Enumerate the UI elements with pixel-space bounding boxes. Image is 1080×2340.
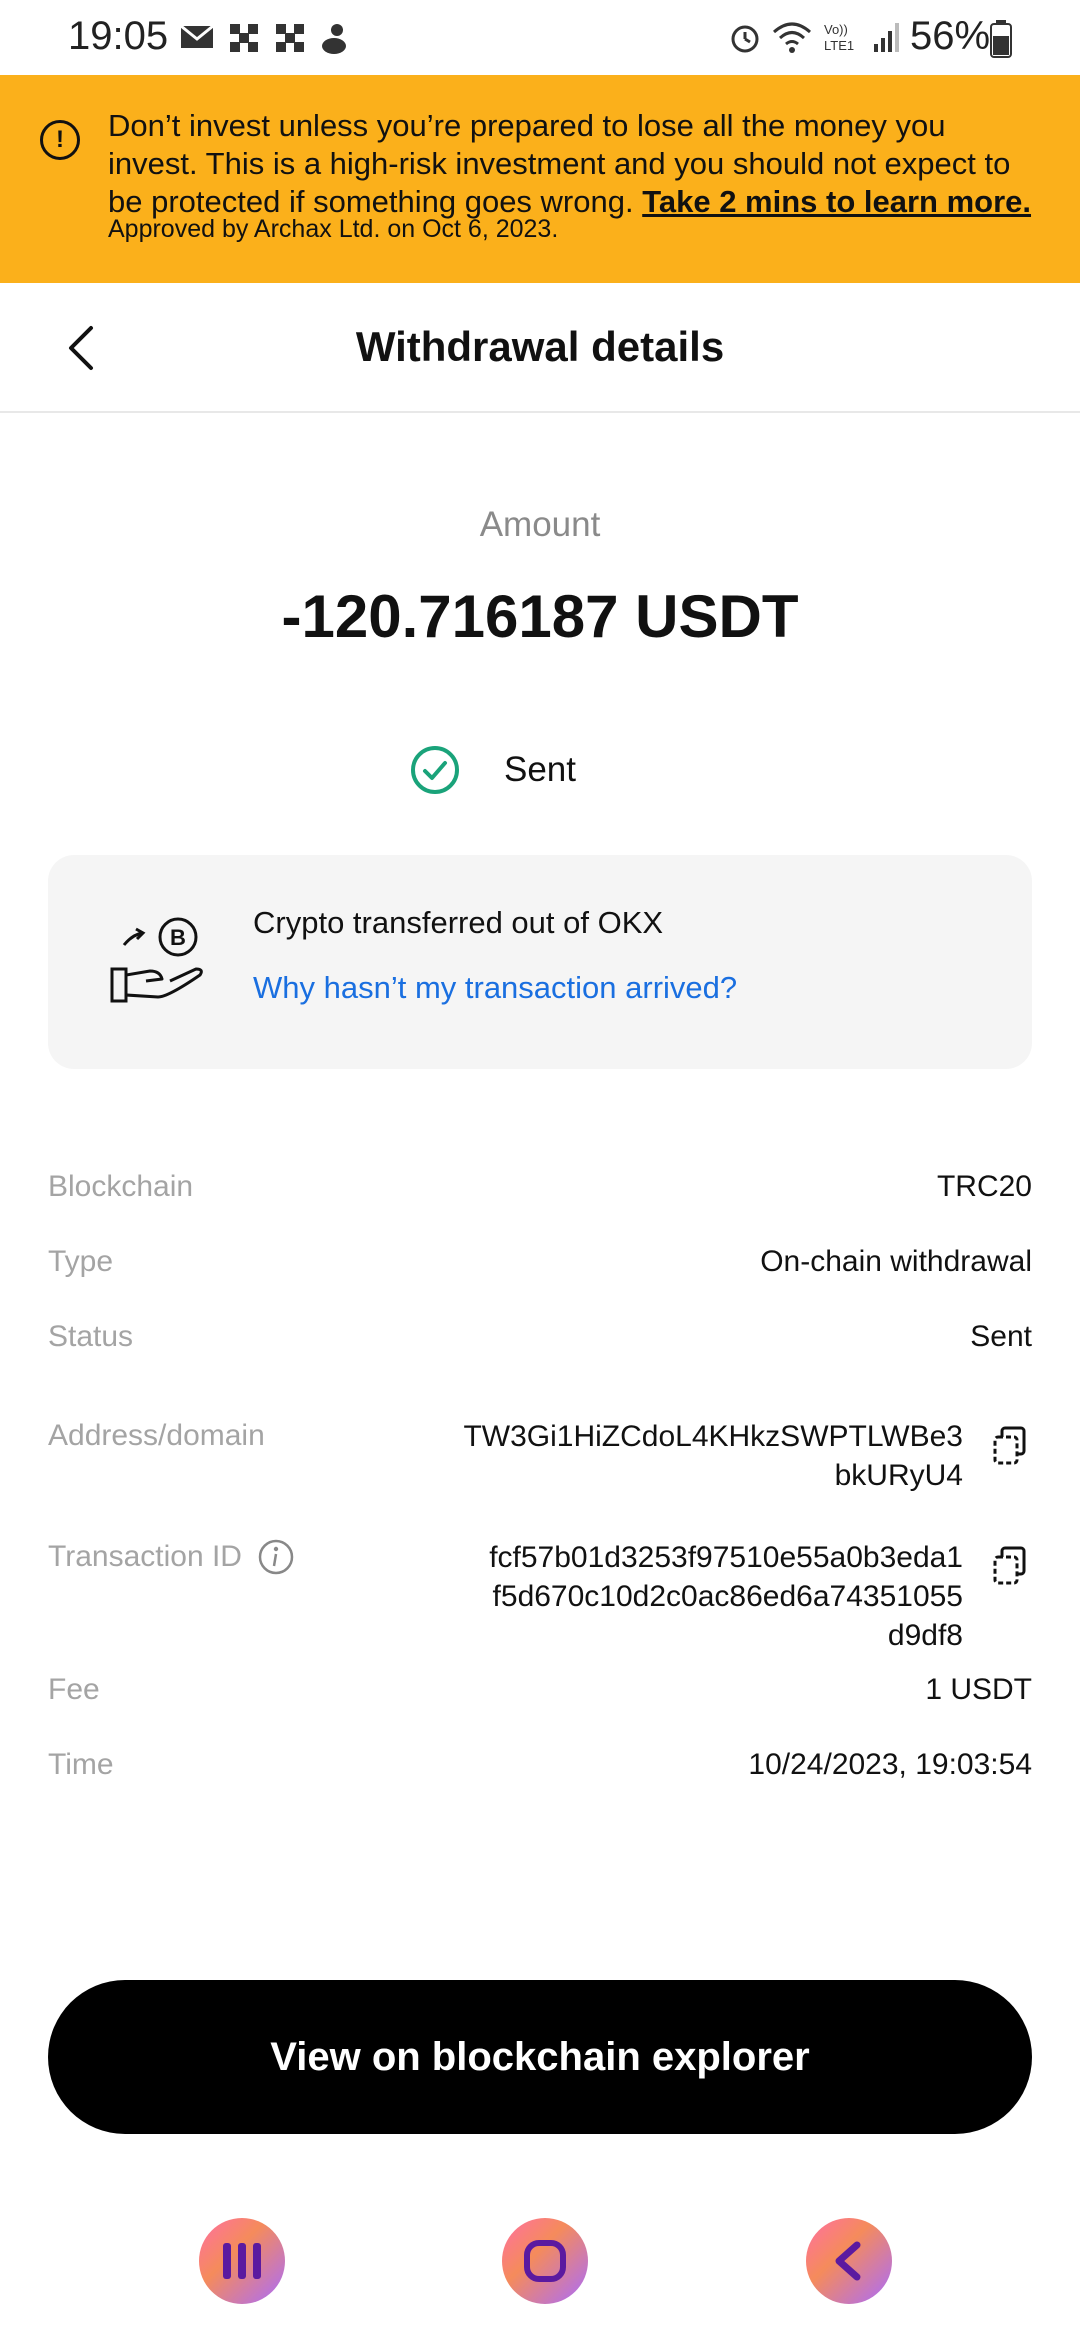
crypto-hand-icon: B <box>110 917 203 1003</box>
back-glyph <box>835 2241 861 2281</box>
home-icon[interactable] <box>502 2218 588 2304</box>
page-header: Withdrawal details <box>0 283 1080 413</box>
transaction-id-value: fcf57b01d3253f97510e55a0b3eda1 f5d670c10… <box>489 1538 963 1655</box>
copy-transaction-id-icon[interactable] <box>992 1546 1028 1586</box>
check-circle-icon <box>411 746 459 794</box>
transaction-id-line: fcf57b01d3253f97510e55a0b3eda1 <box>489 1541 963 1574</box>
fee-label: Fee <box>48 1673 100 1706</box>
amount-value: -120.716187 USDT <box>281 583 799 650</box>
alarm-icon <box>731 25 759 53</box>
address-label: Address/domain <box>48 1419 265 1452</box>
type-value: On-chain withdrawal <box>760 1245 1032 1278</box>
home-glyph <box>524 2240 566 2282</box>
page-title: Withdrawal details <box>355 323 725 370</box>
address-line: bkURyU4 <box>834 1459 963 1492</box>
mail-icon <box>180 24 214 48</box>
learn-more-link[interactable]: Take 2 mins to learn more. <box>642 184 1031 219</box>
transfer-info-text: Crypto transferred out of OKX <box>253 905 664 940</box>
copy-address-icon[interactable] <box>992 1426 1028 1466</box>
time-value: 10/24/2023, 19:03:54 <box>748 1748 1032 1781</box>
warning-icon <box>40 120 80 160</box>
svg-text:B: B <box>170 925 186 950</box>
why-not-arrived-link[interactable]: Why hasn’t my transaction arrived? <box>253 970 737 1006</box>
address-value: TW3Gi1HiZCdoL4KHkzSWPTLWBe3 bkURyU4 <box>463 1417 963 1495</box>
signal-icon <box>874 23 899 52</box>
approval-note: Approved by Archax Ltd. on Oct 6, 2023. <box>108 215 559 243</box>
view-on-explorer-button[interactable]: View on blockchain explorer <box>48 1980 1032 2134</box>
wifi-icon <box>773 22 811 53</box>
status-value: Sent <box>970 1320 1032 1353</box>
game-icon <box>276 24 304 52</box>
info-icon[interactable] <box>257 1538 295 1576</box>
recent-apps-glyph <box>223 2243 261 2279</box>
volte-icon: Vo))LTE1 <box>824 22 854 53</box>
recent-apps-icon[interactable] <box>199 2218 285 2304</box>
svg-text:Vo)): Vo)) <box>824 22 848 37</box>
notification-icons <box>180 22 350 56</box>
transaction-id-line: f5d670c10d2c0ac86ed6a74351055 <box>492 1580 963 1613</box>
amount-label: Amount <box>479 505 601 544</box>
blockchain-label: Blockchain <box>48 1170 194 1203</box>
system-icons: Vo)) LTE1 <box>728 20 902 54</box>
blockchain-value: TRC20 <box>936 1170 1032 1203</box>
risk-warning-text: Don’t invest unless you’re prepared to l… <box>108 107 1038 221</box>
back-icon[interactable] <box>806 2218 892 2304</box>
svg-text:LTE1: LTE1 <box>824 38 854 53</box>
transaction-id-line: d9df8 <box>887 1619 963 1652</box>
back-arrow-icon[interactable] <box>58 323 108 373</box>
address-line: TW3Gi1HiZCdoL4KHkzSWPTLWBe3 <box>463 1420 963 1453</box>
status-indicator: Sent <box>410 745 576 795</box>
status-label: Status <box>48 1320 134 1353</box>
transaction-id-label: Transaction ID <box>48 1540 242 1573</box>
status-time: 19:05 <box>68 14 169 58</box>
status-text: Sent <box>504 750 576 789</box>
risk-warning-banner: Don’t invest unless you’re prepared to l… <box>0 75 1080 283</box>
battery-level: 56% <box>910 14 991 58</box>
status-bar: 19:05 Vo)) LTE1 56% <box>0 0 1080 75</box>
fee-value: 1 USDT <box>925 1673 1032 1706</box>
battery-icon <box>990 20 1012 58</box>
app-icon <box>322 24 346 54</box>
game-icon <box>230 24 258 52</box>
transfer-info-card: B Crypto transferred out of OKX Why hasn… <box>48 855 1032 1069</box>
time-label: Time <box>48 1748 114 1781</box>
type-label: Type <box>48 1245 114 1278</box>
